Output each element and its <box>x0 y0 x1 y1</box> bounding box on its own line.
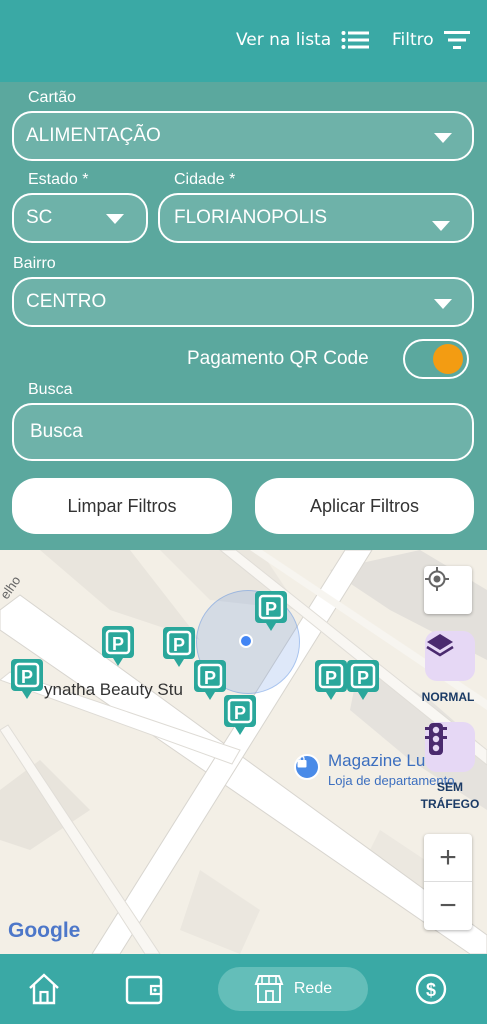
svg-text:$: $ <box>426 980 436 1000</box>
parking-pin[interactable]: P <box>223 694 257 736</box>
home-icon[interactable] <box>27 972 61 1006</box>
chevron-down-icon <box>106 214 124 224</box>
card-label: Cartão <box>28 89 77 106</box>
svg-text:P: P <box>204 668 216 688</box>
layers-icon <box>426 634 454 657</box>
google-logo: Google <box>8 919 81 942</box>
search-label: Busca <box>28 381 73 398</box>
card-select[interactable]: ALIMENTAÇÃO <box>12 111 474 161</box>
svg-text:P: P <box>325 668 337 688</box>
map-view[interactable]: elho P P P P P P P P ynatha Beauty Stu M… <box>0 550 487 954</box>
state-select[interactable]: SC <box>12 193 148 243</box>
zoom-out-button[interactable]: − <box>424 882 472 930</box>
chevron-down-icon <box>434 133 452 143</box>
traffic-label-line1: SEM <box>436 780 463 794</box>
parking-pin[interactable]: P <box>101 625 135 667</box>
toggle-knob <box>433 344 463 374</box>
storefront-icon <box>254 975 284 1003</box>
chevron-down-icon <box>432 221 450 231</box>
qr-payment-label: Pagamento QR Code <box>187 348 369 369</box>
zoom-control: + − <box>424 834 472 930</box>
zoom-in-button[interactable]: + <box>424 834 472 882</box>
district-select[interactable]: CENTRO <box>12 277 474 327</box>
svg-text:P: P <box>265 599 277 619</box>
svg-text:P: P <box>234 703 246 723</box>
nav-item-rede[interactable]: Rede <box>218 967 368 1011</box>
place-title: Magazine Lu <box>328 751 426 770</box>
parking-pin[interactable]: P <box>193 659 227 701</box>
nav-item-rede-label: Rede <box>293 980 333 997</box>
city-select-value: FLORIANOPOLIS <box>174 207 328 228</box>
shopping-bag-icon[interactable] <box>294 754 320 780</box>
clear-filters-button[interactable]: Limpar Filtros <box>12 478 232 534</box>
parking-pin[interactable]: P <box>346 659 380 701</box>
search-input[interactable]: Busca <box>12 403 474 461</box>
qr-payment-toggle[interactable] <box>403 339 469 379</box>
chevron-down-icon <box>434 299 452 309</box>
traffic-light-icon <box>425 723 447 755</box>
list-icon <box>341 31 370 49</box>
top-bar: Ver na lista Filtro <box>0 0 487 82</box>
bottom-nav: Rede $ <box>0 954 487 1024</box>
filter-label: Filtro <box>392 30 434 50</box>
map-type-button[interactable] <box>425 631 475 681</box>
wallet-icon[interactable] <box>125 972 163 1006</box>
svg-text:P: P <box>21 667 33 687</box>
svg-text:P: P <box>173 635 185 655</box>
view-list-label: Ver na lista <box>236 30 332 50</box>
parking-pin[interactable]: P <box>162 626 196 668</box>
crosshair-icon <box>425 567 449 591</box>
filter-button[interactable]: Filtro <box>392 30 470 50</box>
city-select[interactable]: FLORIANOPOLIS <box>158 193 474 243</box>
card-select-value: ALIMENTAÇÃO <box>26 125 161 146</box>
parking-pin[interactable]: P <box>254 590 288 632</box>
my-location-dot <box>239 634 253 648</box>
my-location-button[interactable] <box>424 566 472 614</box>
apply-filters-button[interactable]: Aplicar Filtros <box>255 478 474 534</box>
place-label: ynatha Beauty Stu <box>44 680 183 699</box>
view-list-button[interactable]: Ver na lista <box>236 30 370 50</box>
svg-text:P: P <box>357 668 369 688</box>
currency-icon[interactable]: $ <box>415 972 447 1006</box>
traffic-button[interactable] <box>425 722 475 772</box>
state-select-value: SC <box>26 207 53 228</box>
map-type-label: NORMAL <box>421 690 475 704</box>
district-select-value: CENTRO <box>26 291 107 312</box>
traffic-label-line2: TRÁFEGO <box>420 797 480 811</box>
filter-icon <box>443 31 470 49</box>
district-label: Bairro <box>13 255 56 272</box>
state-label: Estado * <box>28 171 89 188</box>
svg-text:P: P <box>112 634 124 654</box>
city-label: Cidade * <box>174 171 236 188</box>
search-placeholder: Busca <box>30 421 83 442</box>
parking-pin[interactable]: P <box>314 659 348 701</box>
parking-pin[interactable]: P <box>10 658 44 700</box>
